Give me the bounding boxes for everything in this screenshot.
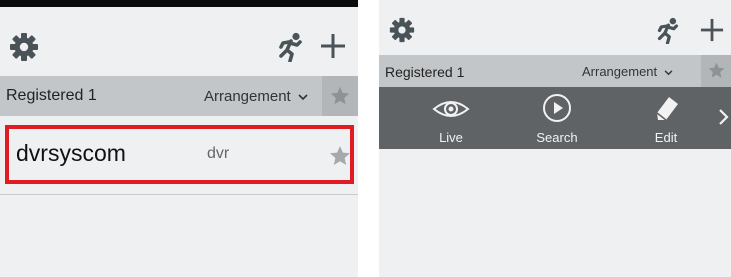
star-icon [330,86,350,105]
edit-label: Edit [654,130,678,145]
play-circle-icon [543,94,571,122]
device-list-panel-left: Registered 1 Arrangement dvrsyscom dvr [0,0,358,277]
live-label: Live [439,130,463,145]
filter-segment-bar: Registered 1 Arrangement [0,76,358,116]
running-person-icon[interactable] [655,17,680,44]
registered-filter-label[interactable]: Registered 1 [385,64,464,80]
plus-icon[interactable] [320,33,346,59]
gear-icon[interactable] [389,17,415,43]
favorite-filter-toggle[interactable] [322,76,358,116]
running-person-icon[interactable] [276,32,304,62]
plus-icon[interactable] [700,18,724,42]
favorite-filter-toggle[interactable] [701,55,731,87]
search-label: Search [536,130,578,145]
registered-filter-label[interactable]: Registered 1 [6,87,97,105]
arrangement-dropdown[interactable]: Arrangement [582,64,673,79]
search-action[interactable]: Search [529,87,585,149]
filter-segment-bar: Registered 1 Arrangement [379,55,731,87]
eraser-icon [656,97,678,121]
live-action[interactable]: Live [424,87,478,149]
chevron-down-icon [664,69,673,75]
row-divider [0,194,358,195]
selection-highlight-box [5,125,354,184]
chevron-right-icon[interactable] [718,108,730,126]
device-list-panel-right: Registered 1 Arrangement Live Search Edi… [379,0,731,277]
status-bar [0,0,358,7]
arrangement-dropdown[interactable]: Arrangement [204,88,308,105]
device-action-bar: Live Search Edit [379,87,731,149]
eye-icon [432,101,470,117]
arrangement-label: Arrangement [582,64,658,79]
gear-icon[interactable] [9,32,39,62]
chevron-down-icon [298,93,308,100]
star-icon [708,62,725,78]
arrangement-label: Arrangement [204,88,291,105]
edit-action[interactable]: Edit [638,87,694,149]
